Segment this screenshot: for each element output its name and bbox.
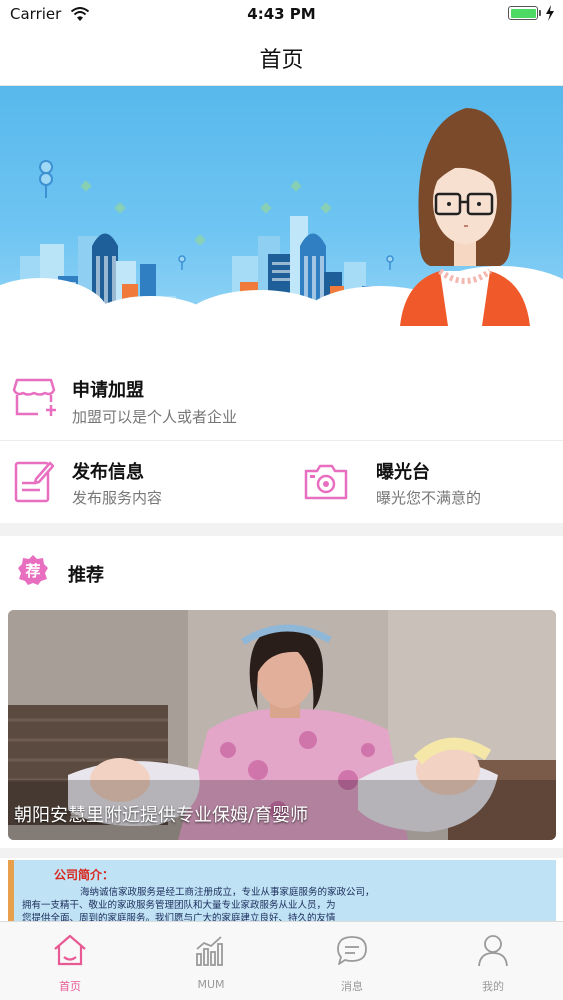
battery-icon	[508, 6, 538, 20]
exposure-title: 曝光台	[376, 462, 430, 483]
woman-illustration	[400, 108, 530, 326]
section-separator	[0, 848, 563, 858]
tab-mum[interactable]: MUM	[141, 922, 281, 1000]
company-intro-heading: 公司简介：	[54, 868, 115, 882]
tab-home-label: 首页	[59, 980, 81, 993]
join-title: 申请加盟	[72, 380, 144, 401]
home-icon	[54, 934, 86, 966]
company-intro-card[interactable]: 公司简介： 海纳诚信家政服务是经工商注册成立，专业从事家庭服务的家政公司， 拥有…	[8, 860, 556, 922]
recommend-badge-text: 荐	[25, 562, 41, 580]
publish-title: 发布信息	[72, 462, 144, 483]
recommend-card-caption: 朝阳安慧里附近提供专业保姆/育婴师	[14, 805, 309, 826]
join-subtitle: 加盟可以是个人或者企业	[72, 408, 238, 426]
tab-messages[interactable]: 消息	[282, 922, 422, 1000]
join-application-item[interactable]: 申请加盟 加盟可以是个人或者企业	[0, 352, 563, 440]
publish-info-item[interactable]: 发布信息 发布服务内容	[0, 441, 281, 523]
exposure-item[interactable]: 曝光台 曝光您不满意的	[281, 441, 563, 523]
tab-mum-label: MUM	[197, 978, 225, 991]
page-title: 首页	[259, 48, 304, 73]
tab-profile-label: 我的	[482, 980, 504, 993]
battery-tip	[539, 10, 541, 16]
company-intro-line: 海纳诚信家政服务是经工商注册成立，专业从事家庭服务的家政公司，	[80, 887, 375, 898]
camera-icon	[304, 464, 348, 500]
edit-document-icon	[14, 461, 54, 503]
status-time: 4:43 PM	[247, 5, 316, 23]
status-bar: Carrier 4:43 PM	[0, 0, 563, 28]
charging-bolt-icon	[546, 5, 554, 21]
banner[interactable]	[0, 86, 563, 352]
chart-icon	[196, 936, 223, 966]
tab-profile[interactable]: 我的	[423, 922, 563, 1000]
publish-subtitle: 发布服务内容	[72, 489, 163, 507]
navigation-bar: 首页	[0, 28, 563, 86]
tab-home[interactable]: 首页	[0, 922, 140, 1000]
tab-messages-label: 消息	[341, 980, 363, 993]
storefront-add-icon	[12, 378, 56, 416]
section-separator	[0, 523, 563, 536]
tab-bar: 首页 MUM 消息 我的	[0, 921, 563, 1000]
recommend-title: 推荐	[68, 565, 104, 586]
person-icon	[478, 935, 508, 967]
banner-illustration	[0, 108, 563, 352]
company-intro-line: 拥有一支精干、敬业的家政服务管理团队和大量专业家政服务从业人员，为	[22, 900, 336, 911]
message-icon	[337, 936, 367, 965]
exposure-subtitle: 曝光您不满意的	[376, 489, 482, 507]
